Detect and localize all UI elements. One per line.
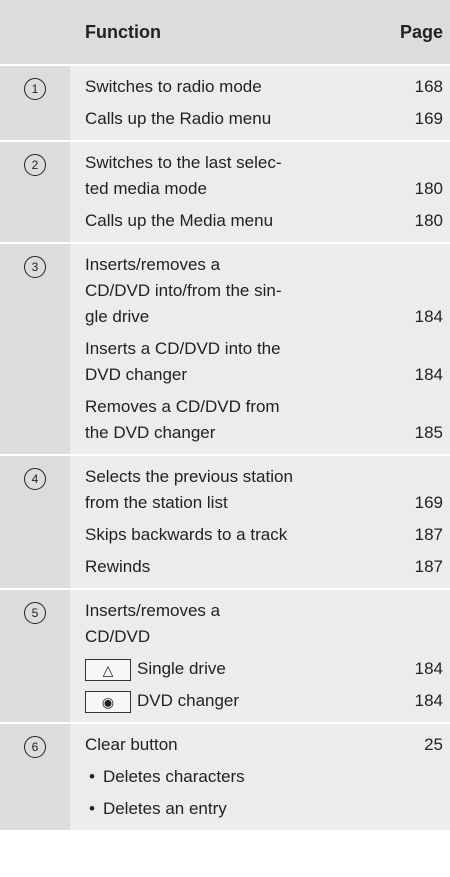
table-row: Rewinds 187: [85, 552, 443, 588]
circled-number-icon: 5: [24, 602, 46, 624]
function-table: Function Page 1 Switches to radio mode 1…: [0, 0, 450, 832]
table-row: Skips backwards to a track 187: [85, 520, 443, 552]
section-body: Inserts/removes a CD/DVD △ Single drive 18…: [70, 590, 450, 722]
circled-number-icon: 6: [24, 736, 46, 758]
function-text: Calls up the Media menu: [85, 211, 274, 230]
table-row: Calls up the Media menu 180: [85, 206, 443, 242]
section-number: 6: [0, 724, 70, 830]
section-body: Inserts/removes a CD/DVD into/from the si…: [70, 244, 450, 454]
disc-changer-icon: ◉: [85, 690, 131, 713]
section-body: Selects the previous station from the sta…: [70, 456, 450, 588]
table-row: Deletes an entry: [85, 794, 443, 830]
table-row: Selects the previous station from the sta…: [85, 456, 443, 520]
circled-number-icon: 3: [24, 256, 46, 278]
table-row: Inserts/removes a CD/DVD: [85, 590, 443, 654]
page-number: 168: [414, 77, 443, 96]
page-number: 187: [414, 557, 443, 576]
table-row: Switches to radio mode 168: [85, 66, 443, 104]
function-text: Inserts a CD/DVD into the DVD changer: [85, 339, 281, 384]
function-text: Rewinds: [85, 557, 151, 576]
function-text: Inserts/removes a CD/DVD into/from the si…: [85, 255, 282, 326]
page-number: 180: [414, 179, 443, 198]
table-row: Removes a CD/DVD from the DVD changer 185: [85, 392, 443, 454]
function-text: Clear button: [85, 735, 178, 754]
bullet-item: Deletes an entry: [85, 796, 393, 822]
section-number: 1: [0, 66, 70, 140]
circled-number-icon: 4: [24, 468, 46, 490]
page-number: 169: [414, 109, 443, 128]
circled-number-icon: 1: [24, 78, 46, 100]
function-text: Calls up the Radio menu: [85, 109, 272, 128]
eject-icon: △: [85, 658, 131, 681]
function-text: Inserts/removes a CD/DVD: [85, 601, 221, 646]
page-number: 185: [414, 423, 443, 442]
table-row: Inserts/removes a CD/DVD into/from the si…: [85, 244, 443, 334]
table-section: 6 Clear button 25 Deletes characters Del…: [0, 724, 450, 832]
section-body: Clear button 25 Deletes characters Delet…: [70, 724, 450, 830]
function-text: Removes a CD/DVD from the DVD changer: [85, 397, 280, 442]
page-number: 184: [414, 691, 443, 710]
function-text: Switches to the last selec-ted media mod…: [85, 153, 282, 198]
table-row: Clear button 25: [85, 724, 443, 762]
table-section: 1 Switches to radio mode 168 Calls up th…: [0, 66, 450, 142]
function-item: △ Single drive: [85, 656, 393, 682]
function-text: Single drive: [137, 659, 226, 678]
function-text: DVD changer: [137, 691, 240, 710]
table-section: 5 Inserts/removes a CD/DVD △ Single drive …: [0, 590, 450, 724]
page-number: 180: [414, 211, 443, 230]
table-row: Switches to the last selec-ted media mod…: [85, 142, 443, 206]
section-number: 5: [0, 590, 70, 722]
table-section: 2 Switches to the last selec-ted media m…: [0, 142, 450, 244]
page-number: 184: [414, 365, 443, 384]
section-body: Switches to the last selec-ted media mod…: [70, 142, 450, 242]
page-number: 169: [414, 493, 443, 512]
function-text: Selects the previous station from the sta…: [85, 467, 293, 512]
section-number: 2: [0, 142, 70, 242]
page-number: 184: [414, 659, 443, 678]
function-column-header: Function: [85, 21, 161, 42]
table-row: Deletes characters: [85, 762, 443, 794]
section-number: 3: [0, 244, 70, 454]
section-body: Switches to radio mode 168 Calls up the …: [70, 66, 450, 140]
table-row: ◉ DVD changer 184: [85, 686, 443, 722]
page-number: 187: [414, 525, 443, 544]
section-number: 4: [0, 456, 70, 588]
table-section: 3 Inserts/removes a CD/DVD into/from the …: [0, 244, 450, 456]
table-row: △ Single drive 184: [85, 654, 443, 686]
table-header: Function Page: [0, 0, 450, 66]
function-text: Skips backwards to a track: [85, 525, 288, 544]
table-section: 4 Selects the previous station from the s…: [0, 456, 450, 590]
bullet-item: Deletes characters: [85, 764, 393, 790]
function-item: ◉ DVD changer: [85, 688, 393, 714]
page-number: 184: [414, 307, 443, 326]
table-row: Calls up the Radio menu 169: [85, 104, 443, 140]
circled-number-icon: 2: [24, 154, 46, 176]
table-row: Inserts a CD/DVD into the DVD changer 184: [85, 334, 443, 392]
function-text: Switches to radio mode: [85, 77, 262, 96]
page-number: 25: [424, 735, 443, 754]
page-column-header: Page: [399, 21, 443, 42]
